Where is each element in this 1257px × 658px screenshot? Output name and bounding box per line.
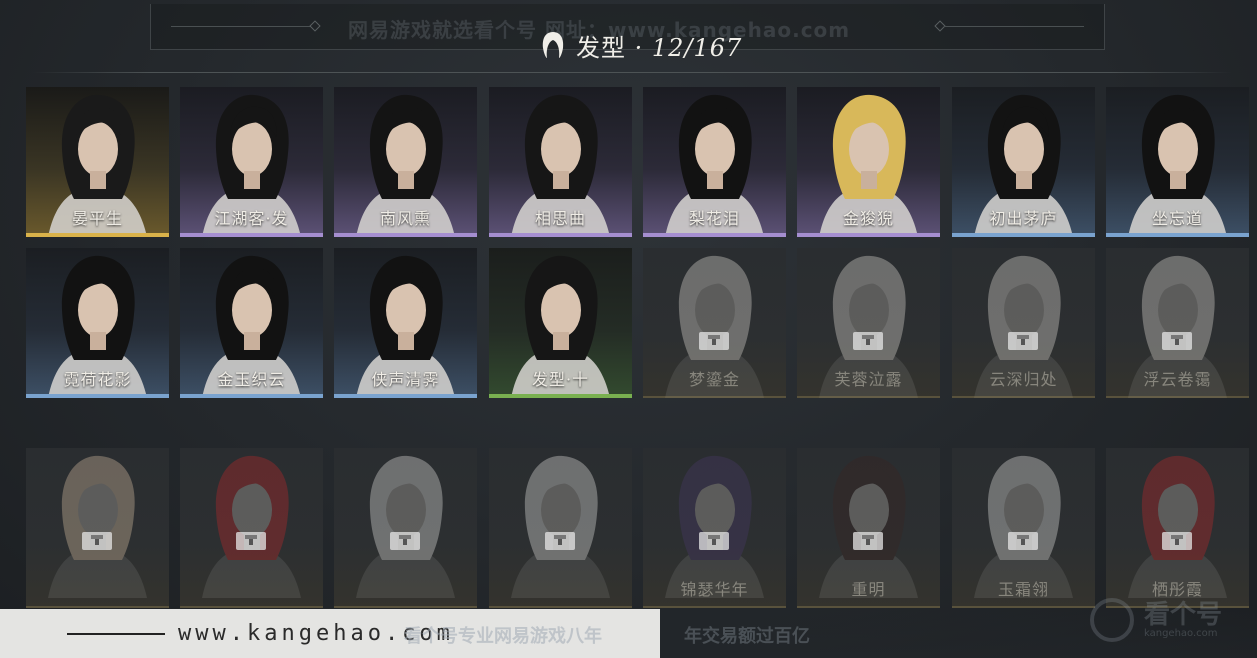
rarity-bar [334, 606, 477, 608]
hairstyle-card[interactable]: 相思曲 [489, 87, 632, 237]
hairstyle-name: 锦瑟华年 [680, 580, 749, 599]
hairstyle-card[interactable]: 发型·十 [489, 248, 632, 398]
hairstyle-card[interactable]: 坐忘道 [1106, 87, 1249, 237]
title-label: 发型 [576, 33, 626, 62]
hairstyle-name: 江湖客·发 [214, 209, 289, 228]
rarity-bar [797, 396, 940, 398]
rarity-bar [180, 394, 323, 398]
hairstyle-name: 浮云卷霭 [1143, 370, 1212, 389]
hairstyle-grid: 晏平生 江湖客·发 南风熏 相思曲 梨花泪 金狻猊 初出茅庐 坐忘道霓荷花影 金玉织云 侠声清霁 发… [26, 87, 1249, 658]
hairstyle-name: 玉霜翎 [997, 580, 1049, 599]
character-portrait [356, 455, 455, 598]
hairstyle-card[interactable] [180, 448, 323, 608]
header-ornament [934, 20, 946, 32]
lock-icon [699, 532, 729, 550]
rarity-bar [489, 233, 632, 237]
hairstyle-name: 初出茅庐 [989, 209, 1058, 228]
lock-icon [1162, 332, 1192, 350]
banner-slogan: 看个号专业网易游戏八年 [404, 626, 602, 647]
hairstyle-icon [542, 32, 564, 58]
rarity-bar [180, 233, 323, 237]
unlock-count: 12/167 [651, 33, 743, 62]
logo-ring-icon [1090, 598, 1134, 642]
hairstyle-name: 金狻猊 [842, 209, 894, 228]
hairstyle-name: 晏平生 [71, 209, 123, 228]
hairstyle-name: 相思曲 [534, 209, 586, 228]
rarity-bar [489, 394, 632, 398]
rarity-bar [1106, 233, 1249, 237]
hairstyle-card[interactable]: 重明 [797, 448, 940, 608]
rarity-bar [797, 606, 940, 608]
lock-icon [853, 332, 883, 350]
banner-slogan-tail: 年交易额过百亿 [684, 626, 810, 647]
hairstyle-name: 梨花泪 [688, 209, 740, 228]
hairstyle-card[interactable]: 云深归处 [952, 248, 1095, 398]
banner-rule [67, 633, 165, 635]
rarity-bar [952, 396, 1095, 398]
hairstyle-card[interactable]: 栖彤霞 [1106, 448, 1249, 608]
hairstyle-name: 南风熏 [379, 209, 431, 228]
lock-icon [1008, 332, 1038, 350]
rarity-bar [952, 606, 1095, 608]
lock-icon [1008, 532, 1038, 550]
lock-icon [390, 532, 420, 550]
hairstyle-name: 金玉织云 [217, 370, 286, 389]
corner-logo-sub: kangehao.com [1144, 628, 1218, 639]
page-title: 发型 · 12/167 [540, 28, 742, 62]
rarity-bar [26, 394, 169, 398]
hairstyle-name: 霓荷花影 [63, 370, 132, 389]
hairstyle-card[interactable]: 霓荷花影 [26, 248, 169, 398]
character-portrait [202, 455, 301, 598]
hairstyle-card[interactable]: 侠声清霁 [334, 248, 477, 398]
rarity-bar [643, 606, 786, 608]
rarity-bar [334, 233, 477, 237]
hairstyle-name: 发型·十 [531, 370, 590, 389]
hairstyle-card[interactable]: 芙蓉泣露 [797, 248, 940, 398]
hairstyle-name: 芙蓉泣露 [834, 370, 903, 389]
hairstyle-card[interactable]: 玉霜翎 [952, 448, 1095, 608]
hairstyle-card[interactable]: 锦瑟华年 [643, 448, 786, 608]
header-ornament [309, 20, 321, 32]
rarity-bar [797, 233, 940, 237]
rarity-bar [26, 233, 169, 237]
rarity-bar [334, 394, 477, 398]
hairstyle-card[interactable] [489, 448, 632, 608]
hairstyle-card[interactable]: 初出茅庐 [952, 87, 1095, 237]
watermark-banner: www.kangehao.com 看个号专业网易游戏八年 [0, 609, 660, 658]
hairstyle-card[interactable] [26, 448, 169, 608]
hairstyle-card[interactable]: 江湖客·发 [180, 87, 323, 237]
rarity-bar [26, 606, 169, 608]
character-portrait [48, 455, 147, 598]
rarity-bar [643, 233, 786, 237]
header-divider [32, 72, 1232, 73]
hairstyle-name: 重明 [851, 580, 886, 599]
corner-watermark-logo: 看个号 kangehao.com [1080, 592, 1257, 658]
hairstyle-name: 坐忘道 [1151, 209, 1203, 228]
rarity-bar [489, 606, 632, 608]
title-separator: · [626, 33, 652, 62]
hairstyle-name: 梦鎏金 [688, 370, 740, 389]
hairstyle-name: 侠声清霁 [371, 370, 440, 389]
hairstyle-card[interactable]: 金狻猊 [797, 87, 940, 237]
corner-logo-text: 看个号 [1144, 600, 1223, 630]
hairstyle-card[interactable]: 梦鎏金 [643, 248, 786, 398]
lock-icon [82, 532, 112, 550]
hairstyle-card[interactable]: 浮云卷霭 [1106, 248, 1249, 398]
rarity-bar [952, 233, 1095, 237]
hairstyle-name: 云深归处 [989, 370, 1058, 389]
lock-icon [1162, 532, 1192, 550]
hairstyle-card[interactable]: 晏平生 [26, 87, 169, 237]
rarity-bar [1106, 396, 1249, 398]
character-portrait [511, 455, 610, 598]
hairstyle-card[interactable]: 金玉织云 [180, 248, 323, 398]
lock-icon [699, 332, 729, 350]
hairstyle-card[interactable]: 南风熏 [334, 87, 477, 237]
rarity-bar [643, 396, 786, 398]
rarity-bar [180, 606, 323, 608]
lock-icon [545, 532, 575, 550]
lock-icon [853, 532, 883, 550]
hairstyle-card[interactable]: 梨花泪 [643, 87, 786, 237]
hairstyle-card[interactable] [334, 448, 477, 608]
lock-icon [236, 532, 266, 550]
